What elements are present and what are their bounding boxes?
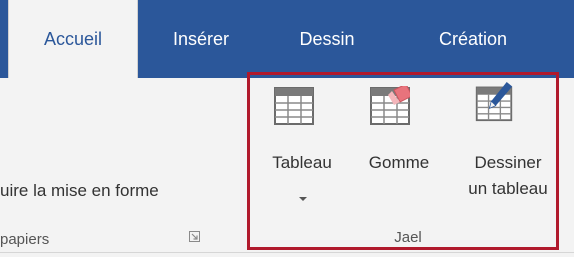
reproduire-mise-en-forme-button[interactable]: uire la mise en forme xyxy=(0,181,159,201)
tab-creation-label: Création xyxy=(438,28,508,49)
tab-inserer[interactable]: Insérer xyxy=(146,0,256,78)
clipboard-group-label: papiers xyxy=(0,231,50,248)
tab-dessin[interactable]: Dessin xyxy=(272,0,382,78)
ribbon-tab-bar: Accueil Insérer Dessin Création xyxy=(0,0,574,78)
tab-dessin-label: Dessin xyxy=(299,28,355,49)
ribbon-bottom-border xyxy=(0,252,574,253)
tab-accueil-label: Accueil xyxy=(43,28,103,49)
highlight-frame xyxy=(247,72,559,250)
tab-inserer-label: Insérer xyxy=(172,28,230,49)
tab-accueil[interactable]: Accueil xyxy=(8,0,138,78)
tab-creation[interactable]: Création xyxy=(408,0,538,78)
dialog-launcher-icon[interactable] xyxy=(189,231,200,242)
reproduire-mise-en-forme-label: uire la mise en forme xyxy=(0,181,159,200)
